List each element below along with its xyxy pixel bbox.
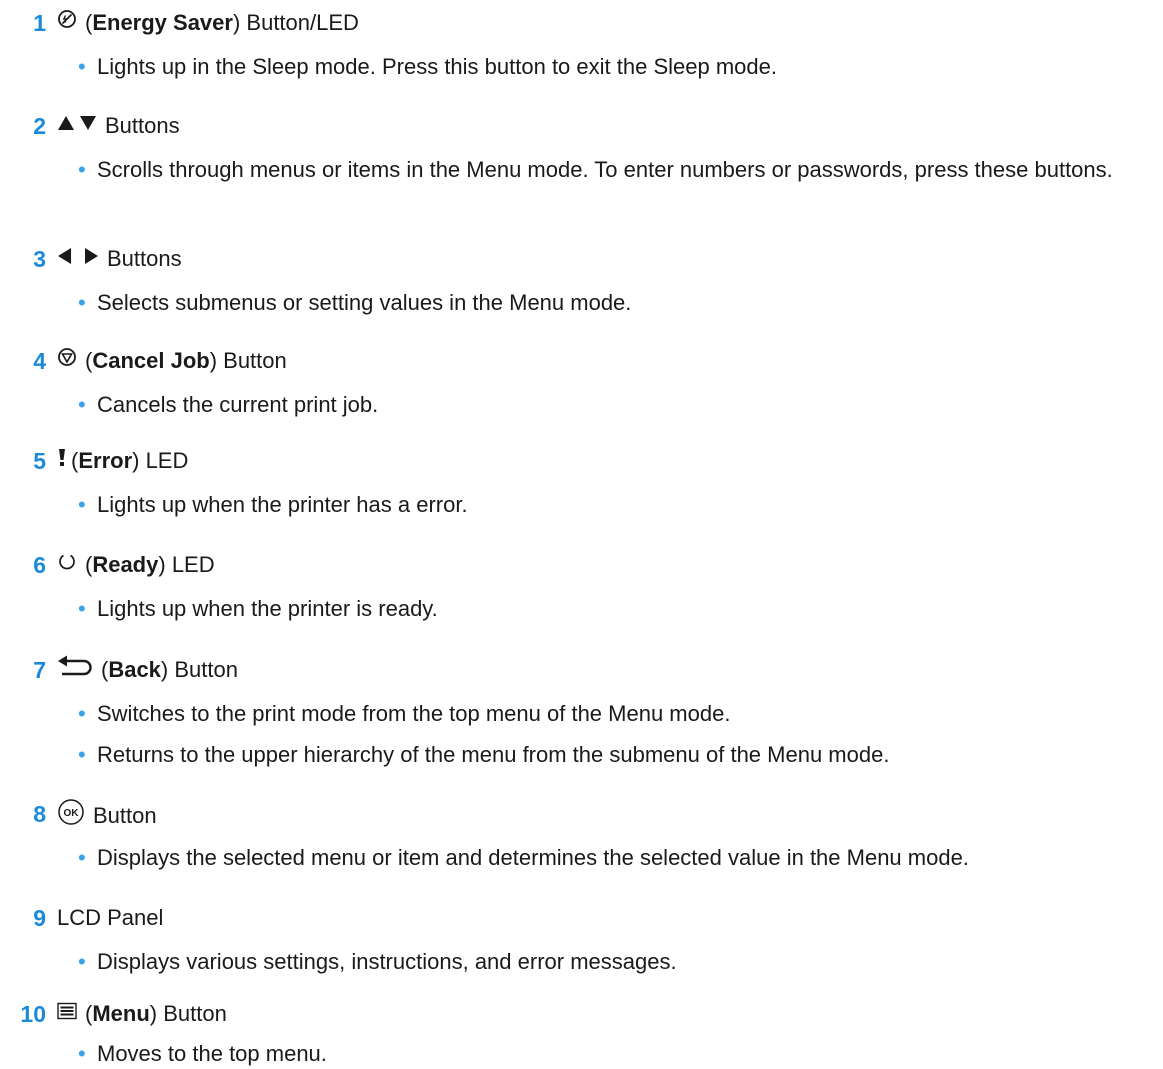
bullet-marker: • [78, 290, 86, 315]
item-number: 6 [33, 552, 46, 578]
item-description: Displays the selected menu or item and d… [97, 845, 969, 870]
back-arrow-icon [57, 655, 93, 683]
bullet-marker: • [78, 54, 86, 79]
item-description: Lights up in the Sleep mode. Press this … [97, 54, 777, 79]
item-name: Back [108, 657, 161, 682]
item-heading: (Error) LED [57, 448, 188, 475]
item-number: 4 [33, 348, 46, 374]
item-type: ) Button [160, 657, 238, 682]
item-number: 9 [33, 905, 46, 931]
item-description: Displays various settings, instructions,… [97, 949, 677, 974]
item-description: Scrolls through menus or items in the Me… [97, 157, 1113, 182]
item-heading: OK Button [57, 799, 157, 833]
energy-saver-icon [57, 9, 77, 35]
bullet-marker: • [78, 845, 86, 870]
item-type: ) LED [132, 448, 189, 473]
item-type: ) Button/LED [232, 10, 359, 35]
item-number: 2 [33, 113, 46, 139]
ready-icon [57, 551, 77, 577]
left-right-arrows-icon [57, 245, 99, 271]
item-heading: (Menu) Button [57, 1001, 227, 1028]
item-number: 7 [33, 657, 46, 683]
item-heading: (Cancel Job) Button [57, 348, 287, 375]
item-name: Ready [92, 552, 159, 577]
item-number: 5 [33, 448, 46, 474]
item-label: Buttons [107, 246, 182, 271]
item-label: Buttons [105, 113, 180, 138]
item-label: LCD Panel [57, 905, 164, 930]
bullet-marker: • [78, 596, 86, 621]
item-description: Lights up when the printer has a error. [97, 492, 468, 517]
up-down-arrows-icon [57, 112, 97, 138]
item-description: Switches to the print mode from the top … [97, 701, 731, 726]
item-name: Menu [92, 1001, 150, 1026]
item-description: Returns to the upper hierarchy of the me… [97, 742, 890, 767]
item-label: Button [93, 802, 157, 828]
bullet-marker: • [78, 492, 86, 517]
menu-icon [57, 1000, 77, 1026]
item-number: 3 [33, 246, 46, 272]
bullet-marker: • [78, 701, 86, 726]
item-type: ) LED [158, 552, 215, 577]
error-icon [57, 447, 67, 473]
svg-text:OK: OK [64, 808, 80, 819]
item-heading: (Back) Button [57, 655, 238, 685]
item-type: ) Button [209, 348, 287, 373]
cancel-job-icon [57, 347, 77, 373]
item-description: Moves to the top menu. [97, 1041, 327, 1066]
item-description: Cancels the current print job. [97, 392, 379, 417]
item-name: Cancel Job [92, 348, 210, 373]
item-name: Energy Saver [92, 10, 233, 35]
item-description: Selects submenus or setting values in th… [97, 290, 632, 315]
bullet-marker: • [78, 157, 86, 182]
item-heading: (Energy Saver) Button/LED [57, 10, 359, 37]
ok-button-icon: OK [57, 799, 85, 831]
bullet-marker: • [78, 949, 86, 974]
bullet-marker: • [78, 742, 86, 767]
document-page: 1 (Energy Saver) Button/LED • Lights up … [0, 0, 1163, 1066]
item-number: 1 [33, 10, 46, 36]
item-heading: Buttons [57, 113, 180, 140]
item-heading: LCD Panel [57, 905, 163, 931]
item-heading: Buttons [57, 246, 182, 273]
item-type: ) Button [149, 1001, 227, 1026]
item-heading: (Ready) LED [57, 552, 215, 579]
item-number: 8 [33, 801, 46, 827]
item-description: Lights up when the printer is ready. [97, 596, 438, 621]
item-number: 10 [20, 1001, 46, 1027]
item-name: Error [78, 448, 133, 473]
bullet-marker: • [78, 392, 86, 417]
bullet-marker: • [78, 1041, 86, 1066]
